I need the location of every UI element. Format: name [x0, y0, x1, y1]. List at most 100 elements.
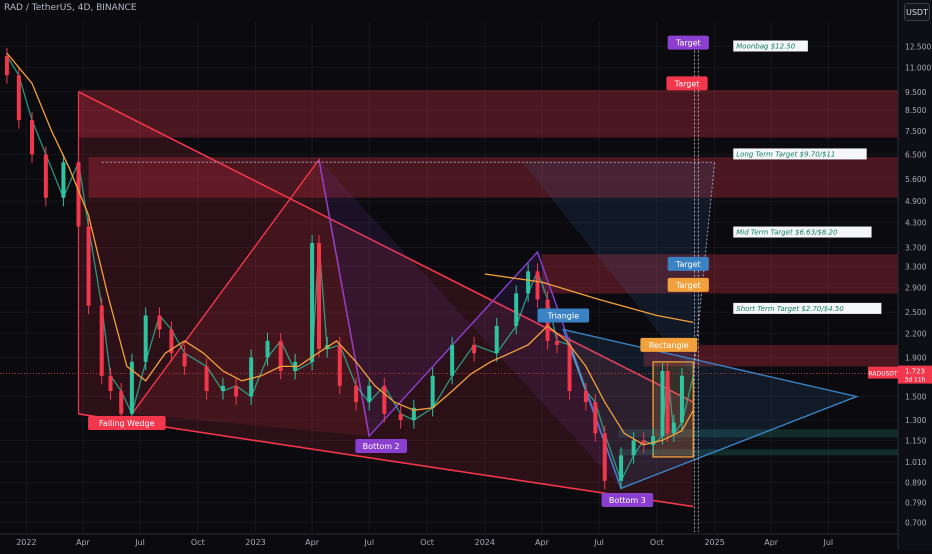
target-annotation[interactable]: Short Term Target $2.70/$4.50 [736, 305, 844, 313]
x-tick-label: 2024 [475, 538, 495, 547]
candle-body [119, 391, 124, 414]
y-tick-label: 0.700 [905, 518, 927, 527]
candle-body [157, 315, 162, 330]
price-axis-bg [898, 0, 932, 550]
y-tick-label: 8.500 [905, 106, 927, 115]
y-tick-label: 4.300 [905, 219, 927, 228]
candle-body [337, 344, 342, 386]
y-tick-label: 1.500 [905, 392, 927, 401]
x-tick-label: Oct [191, 538, 205, 547]
candle-body [514, 293, 519, 326]
x-tick-label: Jul [363, 538, 374, 547]
x-tick-label: Oct [650, 538, 664, 547]
symbol-badge: RADUSDT [868, 371, 897, 378]
x-tick-label: 2023 [245, 538, 265, 547]
target-annotation[interactable]: Moonbag $12.50 [736, 42, 795, 50]
x-tick-label: Apr [305, 538, 320, 547]
candle-body [354, 385, 359, 403]
candle-body [108, 375, 113, 392]
x-tick-label: Jul [822, 538, 833, 547]
x-tick-label: Apr [76, 538, 91, 547]
price-zone [541, 254, 898, 294]
candle-body [679, 375, 684, 423]
candle-body [382, 385, 387, 414]
candle-body [310, 243, 315, 362]
x-tick-label: Oct [420, 538, 434, 547]
candle-body [567, 344, 572, 392]
target-tag[interactable]: Target [674, 79, 700, 88]
candle-body [660, 371, 665, 437]
candle-body [526, 271, 531, 294]
candle-body [204, 366, 209, 392]
currency-button[interactable]: USDT [904, 3, 930, 21]
y-tick-label: 1.150 [905, 436, 927, 445]
falling-wedge-label[interactable]: Falling Wedge [99, 419, 155, 428]
candle-body [43, 154, 48, 198]
chart-root: Falling Wedge Bottom 2 Bottom 3 Triangle Rec… [0, 0, 932, 550]
y-tick-label: 4.900 [905, 197, 927, 206]
rectangle-pattern [652, 361, 694, 458]
y-tick-label: 3.300 [905, 262, 927, 271]
y-tick-label: 1.010 [905, 458, 927, 467]
target-annotation[interactable]: Long Term Target $9.70/$11 [736, 150, 835, 158]
x-tick-label: 2022 [16, 538, 36, 547]
x-tick-label: Jul [134, 538, 145, 547]
y-tick-label: 2.900 [905, 284, 927, 293]
y-tick-label: 1.900 [905, 353, 927, 362]
candle-body [398, 413, 403, 421]
y-tick-label: 2.500 [905, 308, 927, 317]
candle-body [249, 357, 254, 397]
target-tag[interactable]: Target [675, 260, 701, 269]
candle-body [143, 315, 148, 362]
candle-body [220, 385, 225, 392]
chart-canvas[interactable]: Falling Wedge Bottom 2 Bottom 3 Triangle Rec… [0, 0, 932, 550]
candle-body [583, 391, 588, 403]
bottom-3-label[interactable]: Bottom 3 [609, 496, 646, 505]
y-tick-label: 5.600 [905, 175, 927, 184]
candle-body [472, 344, 477, 354]
x-tick-label: 2025 [704, 538, 724, 547]
rectangle-label[interactable]: Rectangle [649, 341, 689, 350]
y-tick-label: 6.500 [905, 150, 927, 159]
candle-body [430, 375, 435, 408]
price-badge-value: 1.723 [905, 368, 925, 376]
y-tick-label: 11.000 [905, 64, 931, 73]
symbol-title[interactable]: RAD / TetherUS, 4D, BINANCE [4, 3, 137, 13]
target-tag[interactable]: Target [675, 39, 701, 48]
candle-body [30, 120, 35, 155]
candle-body [317, 243, 322, 349]
candle-body [265, 340, 270, 358]
y-tick-label: 0.890 [905, 479, 927, 488]
candle-body [182, 353, 187, 367]
target-tag[interactable]: Target [675, 281, 701, 290]
candle-body [234, 385, 239, 397]
y-tick-label: 7.500 [905, 127, 927, 136]
x-tick-label: Apr [764, 538, 779, 547]
triangle-label[interactable]: Triangle [547, 311, 579, 320]
candle-body [602, 433, 607, 481]
candle-body [61, 162, 66, 198]
y-tick-label: 12.500 [905, 42, 931, 51]
price-zone [78, 90, 898, 138]
candle-body [99, 305, 104, 376]
x-tick-label: Apr [535, 538, 550, 547]
candle-body [619, 455, 624, 481]
target-annotation[interactable]: Mid Term Target $6.63/$8.20 [736, 229, 838, 237]
candle-body [671, 422, 676, 434]
price-badge-countdown: 3d 11h [905, 377, 926, 384]
bottom-2-label[interactable]: Bottom 2 [363, 442, 400, 451]
candle-body [86, 226, 91, 306]
candle-body [555, 340, 560, 345]
y-tick-label: 3.700 [905, 243, 927, 252]
candle-body [535, 271, 540, 300]
candle-body [593, 402, 598, 434]
candle-body [631, 440, 636, 456]
y-tick-label: 0.790 [905, 498, 927, 507]
x-tick-label: Jul [593, 538, 604, 547]
candle-body [4, 56, 9, 76]
candle-body [367, 385, 372, 403]
candle-body [450, 344, 455, 376]
candle-body [16, 75, 21, 121]
y-tick-label: 9.500 [905, 88, 927, 97]
y-tick-label: 1.300 [905, 416, 927, 425]
